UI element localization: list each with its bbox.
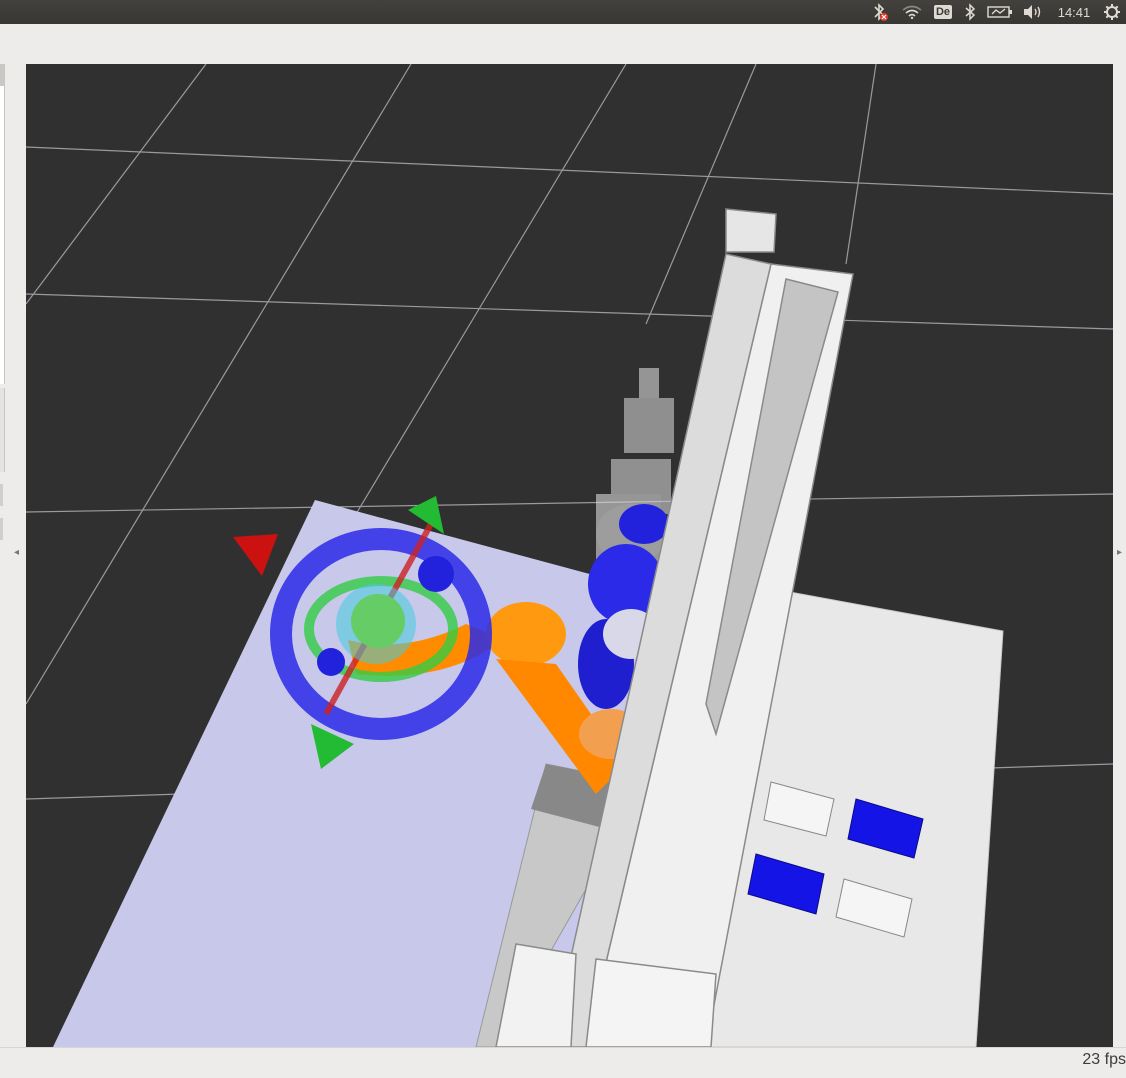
collapse-right-icon[interactable]: ▸ [1117, 547, 1122, 558]
left-scroll-handle-2[interactable] [0, 518, 3, 540]
battery-icon[interactable] [985, 0, 1015, 24]
wifi-icon[interactable] [899, 0, 925, 24]
left-dock-tab[interactable] [0, 64, 4, 86]
left-dock-panel[interactable] [0, 64, 5, 384]
keyboard-layout-label: De [933, 5, 953, 19]
bluetooth-icon[interactable] [960, 0, 980, 24]
left-dock-panel-lower[interactable] [0, 388, 5, 472]
system-top-bar: De 14:41 [0, 0, 1126, 24]
clock[interactable]: 14:41 [1050, 0, 1098, 24]
settings-gear-icon[interactable] [1100, 0, 1124, 24]
fps-counter: 23 fps [1082, 1051, 1126, 1068]
render-viewport[interactable] [26, 64, 1113, 1047]
marker-arrow-red [233, 534, 278, 576]
volume-icon[interactable] [1020, 0, 1046, 24]
status-bar [0, 1047, 1126, 1078]
keyboard-layout-icon[interactable]: De [932, 0, 954, 24]
bluetooth-disabled-icon[interactable] [868, 0, 892, 24]
left-scroll-handle[interactable] [0, 484, 3, 506]
collapse-left-icon[interactable]: ◂ [14, 547, 19, 558]
